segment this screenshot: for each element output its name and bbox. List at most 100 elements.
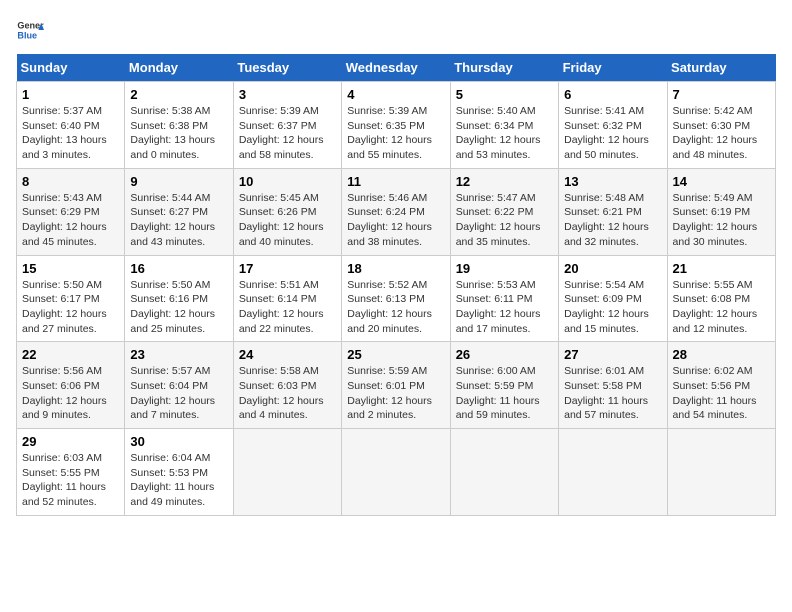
- days-of-week-header: SundayMondayTuesdayWednesdayThursdayFrid…: [17, 54, 776, 82]
- day-info: Sunrise: 5:41 AM Sunset: 6:32 PM Dayligh…: [564, 104, 661, 163]
- logo: General Blue: [16, 16, 48, 44]
- calendar-cell: [667, 429, 775, 516]
- day-info: Sunrise: 5:48 AM Sunset: 6:21 PM Dayligh…: [564, 191, 661, 250]
- day-info: Sunrise: 5:38 AM Sunset: 6:38 PM Dayligh…: [130, 104, 227, 163]
- day-number: 2: [130, 87, 227, 102]
- day-number: 20: [564, 261, 661, 276]
- calendar-cell: 19 Sunrise: 5:53 AM Sunset: 6:11 PM Dayli…: [450, 255, 558, 342]
- day-number: 19: [456, 261, 553, 276]
- dow-saturday: Saturday: [667, 54, 775, 82]
- day-number: 11: [347, 174, 444, 189]
- calendar-cell: 12 Sunrise: 5:47 AM Sunset: 6:22 PM Dayli…: [450, 168, 558, 255]
- day-number: 18: [347, 261, 444, 276]
- day-number: 21: [673, 261, 770, 276]
- svg-text:Blue: Blue: [17, 30, 37, 40]
- day-number: 3: [239, 87, 336, 102]
- dow-thursday: Thursday: [450, 54, 558, 82]
- day-number: 28: [673, 347, 770, 362]
- page-header: General Blue: [16, 16, 776, 44]
- week-row-5: 29 Sunrise: 6:03 AM Sunset: 5:55 PM Dayli…: [17, 429, 776, 516]
- calendar-body: 1 Sunrise: 5:37 AM Sunset: 6:40 PM Daylig…: [17, 82, 776, 516]
- calendar-cell: 27 Sunrise: 6:01 AM Sunset: 5:58 PM Dayli…: [559, 342, 667, 429]
- day-info: Sunrise: 5:55 AM Sunset: 6:08 PM Dayligh…: [673, 278, 770, 337]
- calendar-cell: 15 Sunrise: 5:50 AM Sunset: 6:17 PM Dayli…: [17, 255, 125, 342]
- calendar-cell: 8 Sunrise: 5:43 AM Sunset: 6:29 PM Daylig…: [17, 168, 125, 255]
- day-number: 26: [456, 347, 553, 362]
- day-info: Sunrise: 5:50 AM Sunset: 6:16 PM Dayligh…: [130, 278, 227, 337]
- week-row-4: 22 Sunrise: 5:56 AM Sunset: 6:06 PM Dayli…: [17, 342, 776, 429]
- dow-tuesday: Tuesday: [233, 54, 341, 82]
- day-info: Sunrise: 5:49 AM Sunset: 6:19 PM Dayligh…: [673, 191, 770, 250]
- day-info: Sunrise: 5:43 AM Sunset: 6:29 PM Dayligh…: [22, 191, 119, 250]
- day-info: Sunrise: 5:40 AM Sunset: 6:34 PM Dayligh…: [456, 104, 553, 163]
- calendar-cell: 11Sunrise: 5:46 AM Sunset: 6:24 PM Dayli…: [342, 168, 450, 255]
- day-number: 5: [456, 87, 553, 102]
- day-info: Sunrise: 5:54 AM Sunset: 6:09 PM Dayligh…: [564, 278, 661, 337]
- calendar-cell: 4 Sunrise: 5:39 AM Sunset: 6:35 PM Daylig…: [342, 82, 450, 169]
- week-row-3: 15 Sunrise: 5:50 AM Sunset: 6:17 PM Dayli…: [17, 255, 776, 342]
- day-info: Sunrise: 6:02 AM Sunset: 5:56 PM Dayligh…: [673, 364, 770, 423]
- day-info: Sunrise: 5:50 AM Sunset: 6:17 PM Dayligh…: [22, 278, 119, 337]
- day-number: 30: [130, 434, 227, 449]
- calendar-cell: 25 Sunrise: 5:59 AM Sunset: 6:01 PM Dayli…: [342, 342, 450, 429]
- day-number: 14: [673, 174, 770, 189]
- day-number: 24: [239, 347, 336, 362]
- calendar-cell: 6 Sunrise: 5:41 AM Sunset: 6:32 PM Daylig…: [559, 82, 667, 169]
- calendar-cell: 28 Sunrise: 6:02 AM Sunset: 5:56 PM Dayli…: [667, 342, 775, 429]
- calendar-cell: 24 Sunrise: 5:58 AM Sunset: 6:03 PM Dayli…: [233, 342, 341, 429]
- calendar-cell: 17Sunrise: 5:51 AM Sunset: 6:14 PM Dayli…: [233, 255, 341, 342]
- day-info: Sunrise: 5:59 AM Sunset: 6:01 PM Dayligh…: [347, 364, 444, 423]
- day-number: 29: [22, 434, 119, 449]
- day-info: Sunrise: 5:53 AM Sunset: 6:11 PM Dayligh…: [456, 278, 553, 337]
- day-number: 6: [564, 87, 661, 102]
- calendar-cell: 22 Sunrise: 5:56 AM Sunset: 6:06 PM Dayli…: [17, 342, 125, 429]
- calendar-cell: 20 Sunrise: 5:54 AM Sunset: 6:09 PM Dayli…: [559, 255, 667, 342]
- calendar-cell: 10Sunrise: 5:45 AM Sunset: 6:26 PM Dayli…: [233, 168, 341, 255]
- day-number: 4: [347, 87, 444, 102]
- day-info: Sunrise: 6:03 AM Sunset: 5:55 PM Dayligh…: [22, 451, 119, 510]
- day-info: Sunrise: 6:01 AM Sunset: 5:58 PM Dayligh…: [564, 364, 661, 423]
- day-info: Sunrise: 5:39 AM Sunset: 6:35 PM Dayligh…: [347, 104, 444, 163]
- calendar-cell: 18 Sunrise: 5:52 AM Sunset: 6:13 PM Dayli…: [342, 255, 450, 342]
- day-info: Sunrise: 5:58 AM Sunset: 6:03 PM Dayligh…: [239, 364, 336, 423]
- day-info: Sunrise: 5:47 AM Sunset: 6:22 PM Dayligh…: [456, 191, 553, 250]
- day-number: 9: [130, 174, 227, 189]
- day-number: 1: [22, 87, 119, 102]
- calendar-cell: 26 Sunrise: 6:00 AM Sunset: 5:59 PM Dayli…: [450, 342, 558, 429]
- day-number: 25: [347, 347, 444, 362]
- calendar-table: SundayMondayTuesdayWednesdayThursdayFrid…: [16, 54, 776, 516]
- day-info: Sunrise: 5:56 AM Sunset: 6:06 PM Dayligh…: [22, 364, 119, 423]
- calendar-cell: [342, 429, 450, 516]
- calendar-cell: [233, 429, 341, 516]
- week-row-2: 8 Sunrise: 5:43 AM Sunset: 6:29 PM Daylig…: [17, 168, 776, 255]
- day-number: 23: [130, 347, 227, 362]
- calendar-cell: 1 Sunrise: 5:37 AM Sunset: 6:40 PM Daylig…: [17, 82, 125, 169]
- dow-sunday: Sunday: [17, 54, 125, 82]
- day-number: 12: [456, 174, 553, 189]
- calendar-cell: [450, 429, 558, 516]
- calendar-cell: [559, 429, 667, 516]
- calendar-cell: 16Sunrise: 5:50 AM Sunset: 6:16 PM Dayli…: [125, 255, 233, 342]
- day-info: Sunrise: 5:39 AM Sunset: 6:37 PM Dayligh…: [239, 104, 336, 163]
- day-info: Sunrise: 5:51 AM Sunset: 6:14 PM Dayligh…: [239, 278, 336, 337]
- day-info: Sunrise: 6:04 AM Sunset: 5:53 PM Dayligh…: [130, 451, 227, 510]
- calendar-cell: 3 Sunrise: 5:39 AM Sunset: 6:37 PM Daylig…: [233, 82, 341, 169]
- day-info: Sunrise: 5:45 AM Sunset: 6:26 PM Dayligh…: [239, 191, 336, 250]
- calendar-cell: 7Sunrise: 5:42 AM Sunset: 6:30 PM Daylig…: [667, 82, 775, 169]
- day-number: 15: [22, 261, 119, 276]
- calendar-cell: 2 Sunrise: 5:38 AM Sunset: 6:38 PM Daylig…: [125, 82, 233, 169]
- dow-wednesday: Wednesday: [342, 54, 450, 82]
- calendar-cell: 5 Sunrise: 5:40 AM Sunset: 6:34 PM Daylig…: [450, 82, 558, 169]
- day-info: Sunrise: 5:57 AM Sunset: 6:04 PM Dayligh…: [130, 364, 227, 423]
- day-info: Sunrise: 5:52 AM Sunset: 6:13 PM Dayligh…: [347, 278, 444, 337]
- dow-monday: Monday: [125, 54, 233, 82]
- calendar-cell: 14 Sunrise: 5:49 AM Sunset: 6:19 PM Dayli…: [667, 168, 775, 255]
- calendar-cell: 23 Sunrise: 5:57 AM Sunset: 6:04 PM Dayli…: [125, 342, 233, 429]
- day-number: 27: [564, 347, 661, 362]
- day-info: Sunrise: 5:37 AM Sunset: 6:40 PM Dayligh…: [22, 104, 119, 163]
- day-info: Sunrise: 6:00 AM Sunset: 5:59 PM Dayligh…: [456, 364, 553, 423]
- calendar-cell: 9Sunrise: 5:44 AM Sunset: 6:27 PM Daylig…: [125, 168, 233, 255]
- day-number: 8: [22, 174, 119, 189]
- day-number: 22: [22, 347, 119, 362]
- calendar-cell: 13Sunrise: 5:48 AM Sunset: 6:21 PM Dayli…: [559, 168, 667, 255]
